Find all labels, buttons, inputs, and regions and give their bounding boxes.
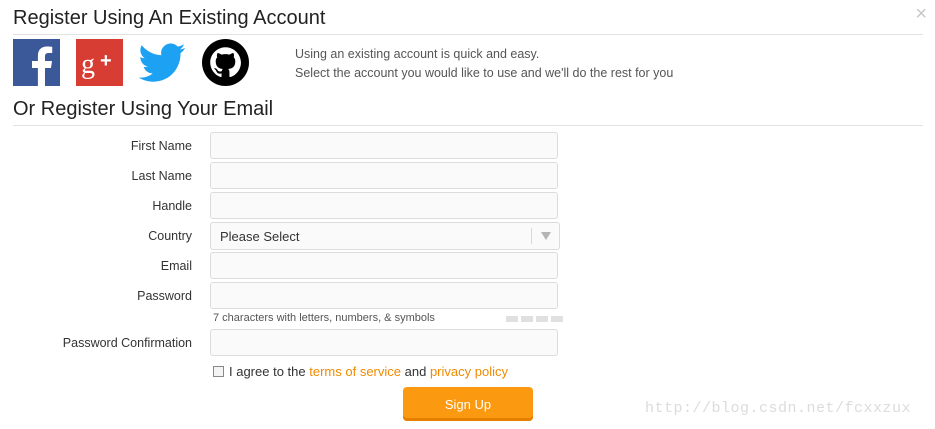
close-icon[interactable]: × <box>915 4 927 24</box>
first-name-label: First Name <box>130 139 192 153</box>
first-name-field[interactable] <box>210 132 558 159</box>
last-name-row: Last Name <box>0 162 935 192</box>
handle-label: Handle <box>152 199 192 213</box>
github-login-button[interactable] <box>202 39 249 86</box>
select-divider <box>531 228 532 244</box>
privacy-policy-link[interactable]: privacy policy <box>430 364 508 379</box>
strength-segment <box>521 316 533 322</box>
email-label: Email <box>160 259 192 273</box>
first-name-row: First Name <box>0 132 935 162</box>
agreement-middle: and <box>404 364 427 379</box>
google-plus-icon: g + <box>76 39 123 86</box>
social-description-line-2: Select the account you would like to use… <box>295 66 674 80</box>
sign-up-button[interactable]: Sign Up <box>403 387 533 421</box>
agreement-row: I agree to the terms of service and priv… <box>213 364 508 379</box>
password-confirm-row: Password Confirmation <box>0 329 935 359</box>
email-register-title: Or Register Using Your Email <box>13 98 274 120</box>
terms-of-service-link[interactable]: terms of service <box>309 364 401 379</box>
svg-text:+: + <box>100 50 112 72</box>
email-field[interactable] <box>210 252 558 279</box>
last-name-label: Last Name <box>131 169 192 183</box>
password-label: Password <box>137 289 192 303</box>
chevron-down-icon <box>541 232 551 240</box>
country-label: Country <box>148 229 192 243</box>
strength-segment <box>551 316 563 322</box>
password-hint: 7 characters with letters, numbers, & sy… <box>213 312 435 324</box>
twitter-icon <box>139 43 186 82</box>
password-row: Password <box>0 282 935 312</box>
handle-field[interactable] <box>210 192 558 219</box>
handle-row: Handle <box>0 192 935 222</box>
register-modal: × Register Using An Existing Account g + <box>0 0 935 429</box>
last-name-field[interactable] <box>210 162 558 189</box>
social-description-line-1: Using an existing account is quick and e… <box>295 47 540 61</box>
agreement-prefix: I agree to the <box>229 364 306 379</box>
svg-text:g: g <box>81 49 95 80</box>
password-confirm-label: Password Confirmation <box>62 336 192 350</box>
divider <box>13 125 923 126</box>
country-select-value: Please Select <box>220 229 300 244</box>
existing-account-title: Register Using An Existing Account <box>13 7 326 29</box>
agree-checkbox[interactable] <box>213 366 224 377</box>
facebook-icon <box>13 39 60 86</box>
strength-segment <box>536 316 548 322</box>
google-plus-login-button[interactable]: g + <box>76 39 123 86</box>
github-icon <box>202 39 249 86</box>
password-field[interactable] <box>210 282 558 309</box>
password-confirm-field[interactable] <box>210 329 558 356</box>
divider <box>13 34 923 35</box>
password-strength-meter <box>506 316 566 322</box>
social-description: Using an existing account is quick and e… <box>295 45 673 83</box>
twitter-login-button[interactable] <box>139 39 186 86</box>
social-login-row: g + <box>13 39 265 86</box>
email-row: Email <box>0 252 935 282</box>
country-row: Country Please Select <box>0 222 935 252</box>
watermark: http://blog.csdn.net/fcxxzux <box>645 400 912 417</box>
country-select[interactable]: Please Select <box>210 222 560 250</box>
facebook-login-button[interactable] <box>13 39 60 86</box>
strength-segment <box>506 316 518 322</box>
